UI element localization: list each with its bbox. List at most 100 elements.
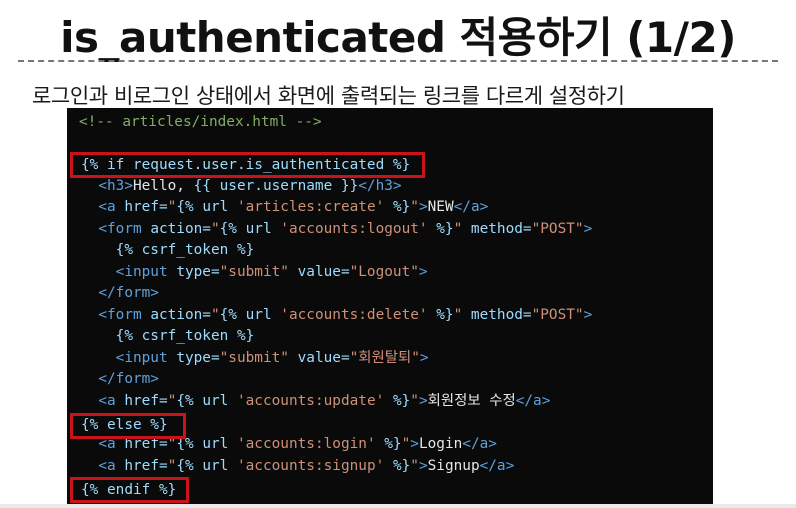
code-token: " — [401, 436, 411, 452]
bottom-scrollbar-track — [0, 504, 796, 508]
code-token: <form — [98, 307, 151, 323]
code-token: > — [419, 350, 429, 366]
code-line: <a href="{% url 'accounts:update' %}">회원… — [81, 391, 550, 412]
code-token: " — [453, 221, 471, 237]
code-token: " — [210, 221, 220, 237]
code-token: > — [418, 393, 428, 409]
code-token: href= — [124, 199, 168, 215]
code-token: > — [418, 199, 428, 215]
code-token: type= — [176, 264, 220, 280]
code-token: %} — [384, 458, 411, 474]
code-line: {% csrf_token %} — [81, 326, 255, 347]
code-token: " — [210, 307, 220, 323]
code-token: {{ user.username }} — [193, 178, 359, 194]
code-token: <h3> — [98, 178, 133, 194]
code-token: 회원정보 수정 — [427, 393, 516, 409]
code-line: <a href="{% url 'articles:create' %}">NE… — [81, 197, 488, 218]
code-token: </a> — [515, 393, 551, 409]
code-token: 'articles:create' — [236, 199, 385, 215]
code-token: type= — [176, 350, 220, 366]
code-token: NEW — [427, 199, 454, 215]
code-token: > — [418, 264, 428, 280]
code-token: Hello, — [132, 178, 194, 194]
code-token: <form — [98, 221, 151, 237]
slide-subtitle: 로그인과 비로그인 상태에서 화면에 출력되는 링크를 다르게 설정하기 — [32, 84, 625, 108]
code-token: <a — [98, 393, 125, 409]
code-token: action= — [150, 221, 211, 237]
code-token: {% csrf_token %} — [115, 242, 255, 258]
code-token: method= — [470, 221, 532, 237]
code-token: Login — [418, 436, 463, 452]
code-token: " — [453, 307, 471, 323]
code-token: href= — [124, 458, 168, 474]
code-token: "POST" — [531, 307, 584, 323]
code-token: value= — [297, 350, 350, 366]
code-token: </form> — [98, 371, 159, 387]
code-token: <input — [115, 264, 177, 280]
code-token: %} — [427, 221, 454, 237]
highlight-if-tag — [70, 152, 425, 178]
title-divider — [18, 60, 778, 62]
code-line: <form action="{% url 'accounts:delete' %… — [81, 305, 592, 326]
code-line: </form> — [81, 283, 159, 304]
code-token: %} — [384, 199, 411, 215]
code-token: action= — [150, 307, 211, 323]
code-token: </a> — [462, 436, 497, 452]
code-token: </h3> — [358, 178, 402, 194]
code-block: {% endif %} <a href="{% url 'accounts:si… — [67, 108, 713, 504]
code-token: {% csrf_token %} — [115, 328, 255, 344]
code-token: </form> — [98, 285, 159, 301]
code-token: value= — [297, 264, 350, 280]
code-token: "submit" — [219, 264, 298, 280]
code-token: > — [410, 436, 419, 452]
code-line: <a href="{% url 'accounts:signup' %}">Si… — [81, 456, 514, 477]
code-token: " — [410, 458, 419, 474]
code-token: <input — [115, 350, 177, 366]
code-token: %} — [427, 307, 454, 323]
code-line: <!-- articles/index.html --> — [79, 112, 322, 133]
code-line: {% csrf_token %} — [81, 240, 255, 261]
code-token: %} — [375, 436, 402, 452]
code-token: " — [410, 199, 419, 215]
code-token: > — [583, 307, 593, 323]
code-line: </form> — [81, 369, 159, 390]
code-token: {% url — [176, 199, 237, 215]
code-token: </a> — [453, 199, 489, 215]
highlight-else-tag — [70, 413, 186, 439]
highlight-endif-tag — [70, 477, 189, 503]
code-token: "Logout" — [349, 264, 419, 280]
code-token: </a> — [479, 458, 515, 474]
code-token: Signup — [427, 458, 480, 474]
code-token: %} — [384, 393, 411, 409]
code-token: href= — [124, 393, 168, 409]
code-token: {% url — [219, 221, 281, 237]
code-token: "POST" — [531, 221, 584, 237]
code-token: {% url — [176, 458, 237, 474]
code-token: <a — [98, 458, 125, 474]
code-token: "submit" — [219, 350, 298, 366]
code-token: > — [418, 458, 428, 474]
code-token: 'accounts:update' — [236, 393, 385, 409]
code-token: {% url — [219, 307, 281, 323]
code-token: > — [583, 221, 593, 237]
code-token: 'accounts:signup' — [236, 458, 385, 474]
code-line: <input type="submit" value="Logout"> — [81, 262, 428, 283]
code-token: 'accounts:login' — [236, 436, 376, 452]
code-token: 'accounts:logout' — [280, 221, 428, 237]
code-token: <!-- articles/index.html --> — [79, 114, 322, 130]
slide-title: is_authenticated 적용하기 (1/2) — [60, 13, 736, 62]
code-token: "회원탈퇴" — [349, 350, 420, 366]
code-token: method= — [470, 307, 532, 323]
